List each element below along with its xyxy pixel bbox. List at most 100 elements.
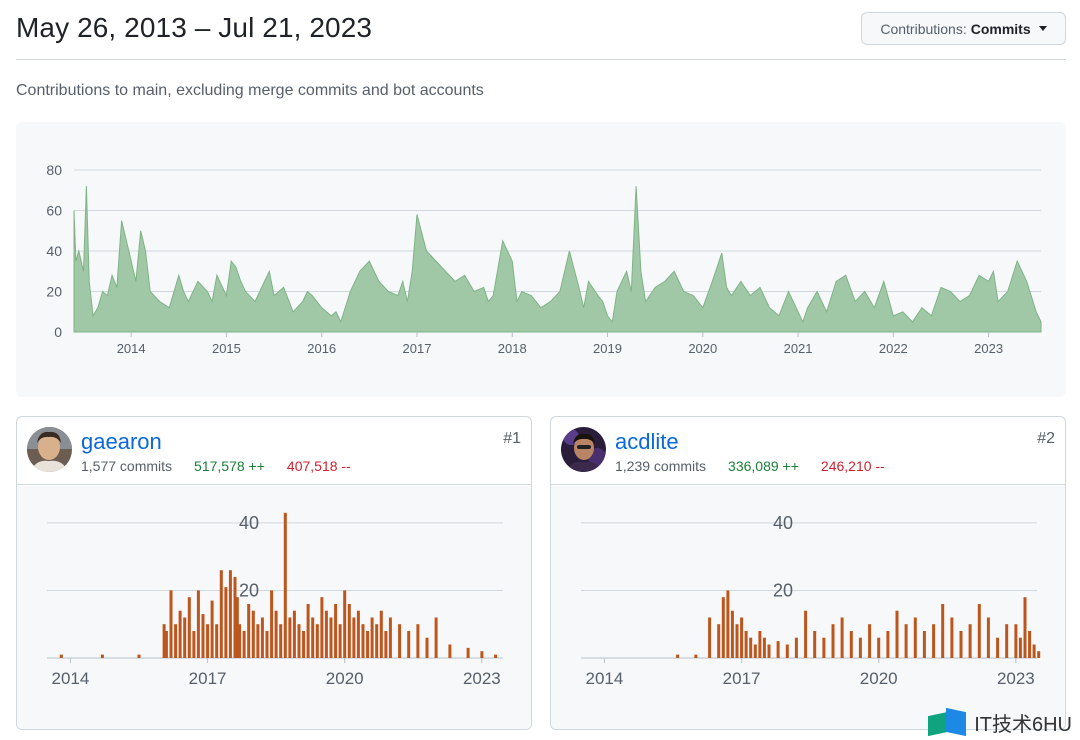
commit-bar [59, 654, 63, 658]
commit-bar [183, 617, 187, 658]
x-tick-label: 2014 [117, 341, 146, 356]
commit-bar [260, 617, 264, 658]
commit-bar [251, 610, 255, 658]
commit-bar [311, 617, 315, 658]
person-avatar-icon [27, 427, 72, 472]
commit-bar [1005, 624, 1009, 658]
commit-bar [717, 624, 721, 658]
x-tick-label: 2018 [498, 341, 527, 356]
commit-bar [758, 631, 762, 658]
additions-count: 517,578 ++ [194, 458, 265, 474]
commit-bar [941, 604, 945, 658]
commit-bar [192, 631, 196, 658]
commit-bar [297, 624, 301, 658]
contributor-username-link[interactable]: gaearon [81, 429, 162, 455]
commit-bar [1014, 624, 1018, 658]
commits-over-time-chart: 0 20 40 60 80 2014 2015 2016 2017 2018 2019 2020 202… [16, 122, 1066, 397]
commit-bar [726, 590, 730, 658]
commit-bar [762, 637, 766, 658]
commit-bar [375, 624, 379, 658]
commit-bar [352, 617, 356, 658]
y-tick-label: 20 [239, 580, 259, 600]
main-chart-svg: 0 20 40 60 80 2014 2015 2016 2017 2018 2019 2020 202… [46, 162, 1042, 356]
commit-bar [283, 512, 287, 658]
commit-bar [201, 614, 205, 658]
commit-bar [292, 610, 296, 658]
commit-bar [302, 631, 306, 658]
commit-bar [996, 637, 1000, 658]
y-tick-label: 20 [773, 580, 793, 600]
commit-bar [932, 624, 936, 658]
commit-bar [247, 604, 251, 658]
x-tick-label: 2023 [997, 669, 1035, 688]
commit-bar [388, 617, 392, 658]
commit-bar [425, 637, 429, 658]
commit-bar [466, 647, 470, 658]
commit-bar [370, 617, 374, 658]
commit-bar [288, 617, 292, 658]
commit-bar [1018, 637, 1022, 658]
contributor-card-2: acdlite 1,239 commits 336,089 ++ 246,210… [550, 416, 1066, 730]
contributor-rank: #1 [503, 430, 521, 447]
avatar[interactable] [27, 427, 72, 472]
commit-bar [169, 590, 173, 658]
commit-bar [744, 631, 748, 658]
x-tick-label: 2014 [586, 669, 624, 688]
commit-bar [265, 631, 269, 658]
commit-bar [219, 570, 223, 658]
commit-bar [398, 624, 402, 658]
y-tick-label: 80 [46, 162, 62, 178]
additions-count: 336,089 ++ [728, 458, 799, 474]
commit-bar [338, 624, 342, 658]
commit-bar [794, 637, 798, 658]
commit-bar [676, 654, 680, 658]
contributor-chart-svg: 20 40 2014 2017 2020 2023 [581, 513, 1041, 688]
commit-bar [361, 624, 365, 658]
commit-bar [730, 610, 734, 658]
contributions-type-dropdown[interactable]: Contributions: Commits [861, 12, 1066, 45]
commit-bar [813, 631, 817, 658]
y-tick-label: 40 [773, 513, 793, 533]
contributor-chart-svg: 20 40 2014 2017 2020 2023 [47, 512, 503, 688]
chart-description: Contributions to main, excluding merge c… [16, 82, 484, 99]
commit-bar [480, 651, 484, 658]
x-tick-label: 2015 [212, 341, 241, 356]
x-tick-label: 2023 [463, 669, 501, 688]
commit-bar [270, 590, 274, 658]
commit-bar [868, 624, 872, 658]
commit-bar [1032, 644, 1036, 658]
commit-bar [274, 610, 278, 658]
page-header: May 26, 2013 – Jul 21, 2023 Contribution… [16, 0, 1066, 60]
commits-area [73, 186, 1042, 333]
commit-bar [210, 600, 214, 658]
commit-bar [776, 641, 780, 658]
commit-bar [238, 624, 242, 658]
commit-bar [356, 610, 360, 658]
y-tick-label: 60 [46, 203, 62, 219]
commit-bar [178, 610, 182, 658]
commit-bar [196, 590, 200, 658]
commit-bar [694, 654, 698, 658]
contributor-username-link[interactable]: acdlite [615, 429, 679, 455]
commit-bar [986, 617, 990, 658]
x-tick-label: 2023 [974, 341, 1003, 356]
watermark-logo-icon [928, 707, 968, 736]
contributor-card-header: gaearon 1,577 commits 517,578 ++ 407,518… [17, 417, 531, 485]
commit-bar [366, 631, 370, 658]
contributor-card-header: acdlite 1,239 commits 336,089 ++ 246,210… [551, 417, 1065, 485]
y-tick-label: 0 [54, 324, 62, 340]
x-tick-label: 2017 [189, 669, 227, 688]
commit-bar [329, 617, 333, 658]
commit-bar [187, 597, 191, 658]
commit-bar [749, 637, 753, 658]
commit-bar [279, 624, 283, 658]
commit-bar [164, 631, 168, 658]
avatar[interactable] [561, 427, 606, 472]
commit-bar [753, 644, 757, 658]
y-tick-label: 20 [46, 284, 62, 300]
commit-bar [434, 617, 438, 658]
commit-bar [347, 604, 351, 658]
commit-count: 1,577 commits [81, 458, 173, 474]
x-tick-label: 2017 [723, 669, 761, 688]
commit-bar [324, 610, 328, 658]
